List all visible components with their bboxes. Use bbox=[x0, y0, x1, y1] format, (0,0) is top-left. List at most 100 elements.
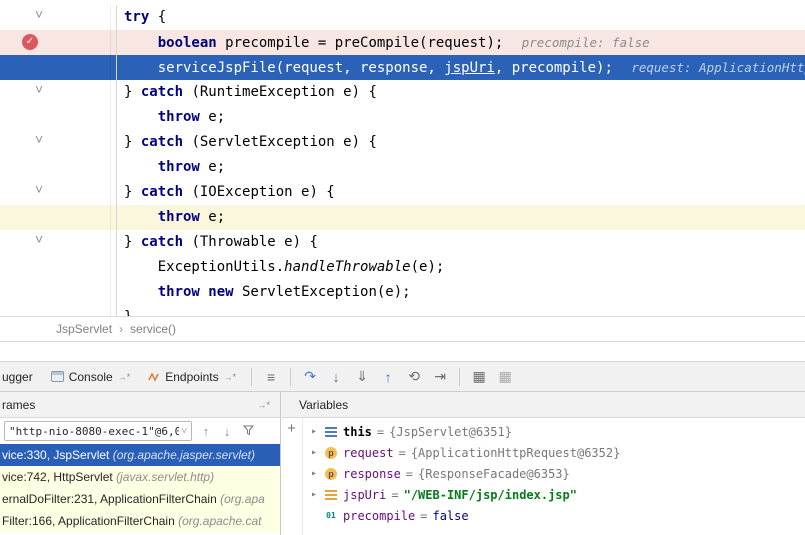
variable-row-this[interactable]: ▸ this = {JspServlet@6351} bbox=[303, 421, 805, 442]
frames-panel-header[interactable]: rames →* bbox=[0, 392, 281, 417]
variable-value: {ResponseFacade@6353} bbox=[418, 467, 570, 481]
code-line[interactable]: throw new ServletException(e); bbox=[0, 280, 805, 305]
value-icon bbox=[324, 427, 338, 437]
variable-row-precompile[interactable]: 01 precompile = false bbox=[303, 505, 805, 526]
fold-arrow-icon[interactable]: ˅ bbox=[35, 2, 43, 27]
force-step-into-icon[interactable]: ⇓ bbox=[349, 368, 375, 385]
editor-gutter[interactable] bbox=[0, 205, 117, 230]
expand-chevron-icon[interactable]: ▸ bbox=[309, 489, 319, 500]
code-plain: (e); bbox=[411, 259, 445, 275]
coverage-grid-icon[interactable]: ▦ bbox=[492, 368, 518, 385]
fold-arrow-icon[interactable]: ˅ bbox=[35, 177, 43, 202]
variable-row-response[interactable]: ▸ p response = {ResponseFacade@6353} bbox=[303, 463, 805, 484]
fold-arrow-icon[interactable]: ˅ bbox=[35, 127, 43, 152]
frame-row-selected[interactable]: vice:330, JspServlet (org.apache.jasper.… bbox=[0, 444, 280, 466]
frame-row[interactable]: vice:742, HttpServlet (javax.servlet.htt… bbox=[0, 466, 280, 488]
variable-row-jspuri[interactable]: ▸ jspUri = "/WEB-INF/jsp/index.jsp" bbox=[303, 484, 805, 505]
filter-icon[interactable] bbox=[241, 424, 255, 439]
variables-panel-header[interactable]: Variables bbox=[281, 398, 805, 412]
step-out-icon[interactable]: ↑ bbox=[375, 369, 401, 385]
tab-debugger[interactable]: ugger bbox=[0, 362, 42, 391]
fold-arrow-icon[interactable]: ˅ bbox=[35, 77, 43, 102]
tab-console[interactable]: Console →* bbox=[42, 362, 140, 391]
code-plain: } bbox=[124, 234, 141, 250]
code-line[interactable]: ExceptionUtils.handleThrowable(e); bbox=[0, 255, 805, 280]
code-editor[interactable]: ˅ try { ✓ boolean precompile = preCompil… bbox=[0, 0, 805, 316]
ide-debug-view: ˅ try { ✓ boolean precompile = preCompil… bbox=[0, 0, 805, 535]
thread-selector[interactable]: "http-nio-8080-exec-1"@6,0… ˅ bbox=[4, 421, 192, 441]
frame-row[interactable]: ernalDoFilter:231, ApplicationFilterChai… bbox=[0, 488, 280, 510]
editor-gutter[interactable] bbox=[0, 105, 117, 130]
code-line[interactable]: } bbox=[0, 305, 805, 316]
breakpoint-verified-icon[interactable]: ✓ bbox=[22, 34, 38, 50]
frame-location: vice:330, JspServlet bbox=[2, 448, 113, 462]
frame-location: Filter:166, ApplicationFilterChain bbox=[2, 514, 178, 528]
editor-gutter[interactable]: ✓ bbox=[0, 30, 117, 55]
editor-gutter[interactable]: ˅ bbox=[0, 80, 117, 105]
code-keyword: catch bbox=[141, 134, 183, 150]
expand-chevron-icon[interactable]: ▸ bbox=[309, 468, 319, 479]
previous-frame-icon[interactable]: ↑ bbox=[199, 424, 213, 439]
step-over-icon[interactable]: ↷ bbox=[297, 368, 323, 385]
field-icon bbox=[324, 490, 338, 500]
evaluate-grid-icon[interactable]: ▦ bbox=[466, 368, 492, 385]
code-text: } catch (ServletException e) { bbox=[117, 130, 377, 155]
variable-value: "/WEB-INF/jsp/index.jsp" bbox=[404, 488, 577, 502]
code-line[interactable]: ˅ } catch (RuntimeException e) { bbox=[0, 80, 805, 105]
parameter-icon: p bbox=[324, 447, 338, 459]
fold-arrow-icon[interactable]: ˅ bbox=[35, 227, 43, 252]
code-identifier-underlined[interactable]: jspUri bbox=[444, 60, 495, 76]
toolbar-separator bbox=[290, 368, 291, 386]
step-into-icon[interactable]: ↓ bbox=[323, 369, 349, 385]
code-line[interactable]: throw e; bbox=[0, 155, 805, 180]
code-plain: precompile = preCompile(request); bbox=[217, 35, 512, 51]
run-to-cursor-icon[interactable]: ⇥ bbox=[427, 368, 453, 385]
code-line[interactable]: ˅ } catch (Throwable e) { bbox=[0, 230, 805, 255]
parameter-icon: p bbox=[324, 468, 338, 480]
layout-menu-icon[interactable]: ≡ bbox=[258, 369, 284, 385]
code-plain: ServletException(e); bbox=[234, 284, 411, 300]
editor-gutter[interactable]: ˅ bbox=[0, 5, 117, 30]
execution-line[interactable]: serviceJspFile(request, response, jspUri… bbox=[0, 55, 805, 80]
variables-panel: + ▸ this = {JspServlet@6351} ▸ p request… bbox=[281, 418, 805, 535]
add-watch-icon[interactable]: + bbox=[287, 420, 296, 438]
editor-gutter[interactable] bbox=[0, 155, 117, 180]
editor-gutter[interactable] bbox=[0, 255, 117, 280]
tool-window-splitter[interactable] bbox=[0, 341, 805, 361]
breakpoint-line[interactable]: ✓ boolean precompile = preCompile(reques… bbox=[0, 30, 805, 55]
code-line[interactable]: ˅ } catch (IOException e) { bbox=[0, 180, 805, 205]
breadcrumb-method[interactable]: service() bbox=[130, 322, 176, 336]
variable-value: {ApplicationHttpRequest@6352} bbox=[411, 446, 621, 460]
editor-gutter[interactable] bbox=[0, 55, 117, 80]
code-text: try { bbox=[117, 5, 166, 30]
frames-panel-title: rames bbox=[2, 398, 35, 412]
tab-endpoints[interactable]: Endpoints →* bbox=[139, 362, 245, 391]
editor-gutter[interactable]: ˅ bbox=[0, 180, 117, 205]
jump-arrow-icon: →* bbox=[118, 372, 131, 382]
code-plain bbox=[124, 284, 158, 300]
next-frame-icon[interactable]: ↓ bbox=[220, 424, 234, 439]
code-line[interactable]: ˅ } catch (ServletException e) { bbox=[0, 130, 805, 155]
variable-value: false bbox=[432, 509, 468, 523]
variable-name: response bbox=[343, 467, 401, 481]
tab-label: Console bbox=[69, 370, 113, 384]
frame-row[interactable]: Filter:166, ApplicationFilterChain (org.… bbox=[0, 510, 280, 532]
code-keyword: catch bbox=[141, 84, 183, 100]
variable-row-request[interactable]: ▸ p request = {ApplicationHttpRequest@63… bbox=[303, 442, 805, 463]
code-line[interactable]: throw e; bbox=[0, 105, 805, 130]
expand-chevron-icon[interactable]: ▸ bbox=[309, 447, 319, 458]
console-icon bbox=[51, 371, 64, 382]
editor-gutter[interactable] bbox=[0, 280, 117, 305]
breadcrumb-class[interactable]: JspServlet bbox=[56, 322, 112, 336]
expand-chevron-icon[interactable]: ▸ bbox=[309, 426, 319, 437]
code-line-highlighted[interactable]: throw e; bbox=[0, 205, 805, 230]
code-keyword: throw bbox=[158, 109, 200, 125]
code-keyword: catch bbox=[141, 234, 183, 250]
code-line[interactable]: ˅ try { bbox=[0, 5, 805, 30]
code-keyword: catch bbox=[141, 184, 183, 200]
code-plain: (Throwable e) { bbox=[183, 234, 318, 250]
drop-frame-icon[interactable]: ⟲ bbox=[401, 368, 427, 385]
editor-gutter[interactable] bbox=[0, 305, 117, 316]
editor-gutter[interactable]: ˅ bbox=[0, 230, 117, 255]
editor-gutter[interactable]: ˅ bbox=[0, 130, 117, 155]
